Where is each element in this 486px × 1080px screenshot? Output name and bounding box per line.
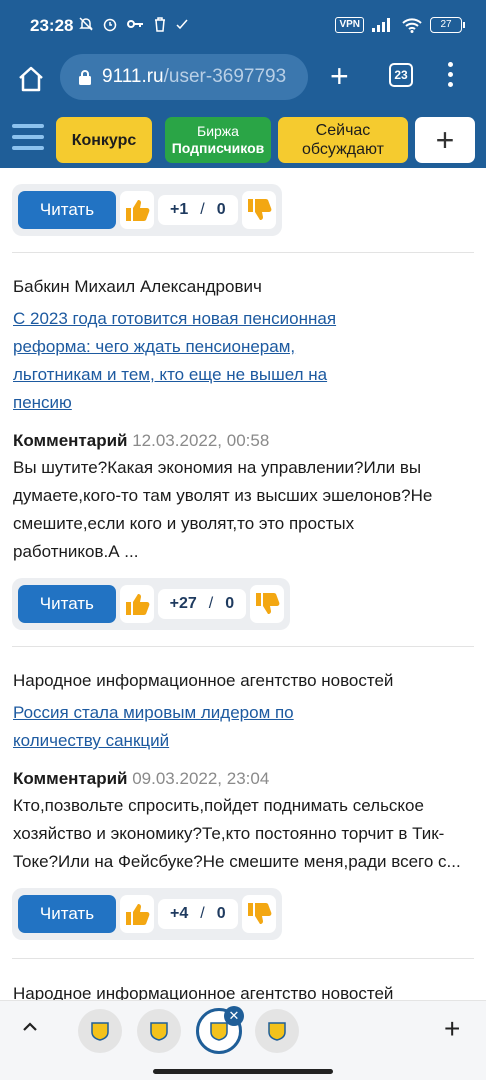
vpn-badge: VPN — [335, 17, 364, 33]
tab-thumbnail[interactable] — [78, 1009, 122, 1053]
url-host: 9111.ru — [102, 66, 164, 87]
key-icon — [127, 20, 144, 29]
gesture-bar — [153, 1069, 333, 1074]
birzha-line2: Подписчиков — [171, 140, 265, 156]
like-button[interactable] — [120, 895, 154, 933]
status-right: VPN 27 — [335, 17, 465, 33]
score-box: +1 / 0 — [158, 195, 238, 225]
site-nav: Конкурс Биржа Подписчиков Сейчас обсуждают… — [0, 112, 486, 168]
check-icon — [176, 19, 188, 30]
read-button[interactable]: Читать — [18, 895, 116, 933]
article-link[interactable]: Россия стала мировым лидером по количест… — [13, 699, 393, 755]
action-row: Читать +4 / 0 — [12, 888, 282, 940]
comment-header: Комментарий 12.03.2022, 00:58 — [13, 431, 269, 451]
birzha-line1: Биржа — [197, 123, 239, 139]
mute-icon — [79, 17, 93, 31]
action-row: Читать +27 / 0 — [12, 578, 290, 630]
thumbs-up-icon — [126, 904, 150, 925]
signal-icon — [372, 18, 394, 32]
dislike-button[interactable] — [241, 191, 276, 229]
tab-thumbnail[interactable] — [137, 1009, 181, 1053]
browser-menu-button[interactable] — [446, 62, 454, 90]
like-button[interactable] — [120, 191, 154, 229]
site-logo-icon — [210, 1022, 228, 1041]
site-logo-icon — [150, 1022, 168, 1041]
add-button[interactable]: + — [415, 117, 475, 163]
thumbs-down-icon — [256, 593, 280, 614]
close-tab-icon[interactable]: ✕ — [224, 1006, 244, 1026]
trash-icon — [154, 17, 165, 32]
chevron-up-icon[interactable] — [20, 1017, 40, 1037]
home-icon[interactable] — [16, 64, 46, 94]
thumbs-down-icon — [247, 903, 272, 924]
notification-icons — [78, 15, 189, 32]
comment-header: Комментарий 09.03.2022, 23:04 — [13, 769, 269, 789]
thumbs-up-icon — [125, 594, 150, 615]
comment-text: Кто,позвольте спросить,пойдет поднимать … — [13, 796, 461, 871]
thumbs-down-icon — [247, 199, 272, 220]
url-path: /user-3697793 — [163, 66, 287, 87]
seichas-obsuzhdayut-button[interactable]: Сейчас обсуждают — [278, 117, 408, 163]
konkurs-button[interactable]: Конкурс — [56, 117, 152, 163]
seichas-line1: Сейчас — [315, 122, 371, 139]
read-button[interactable]: Читать — [18, 191, 116, 229]
action-row: Читать +1 / 0 — [12, 184, 282, 236]
dislikes-count: 0 — [216, 905, 226, 922]
comment-date: 09.03.2022, 23:04 — [132, 769, 270, 788]
tab-thumbnail[interactable] — [255, 1009, 299, 1053]
battery-icon: 27 — [430, 17, 465, 33]
new-tab-plus-icon[interactable]: + — [444, 1015, 460, 1043]
thumbs-up-icon — [126, 200, 150, 221]
article-link[interactable]: С 2023 года готовится новая пенсионная р… — [13, 305, 393, 417]
wifi-icon — [402, 18, 422, 33]
divider — [12, 646, 474, 647]
divider — [12, 958, 474, 959]
comment-text: Вы шутите?Какая экономия на управлении?И… — [13, 458, 433, 561]
site-logo-icon — [91, 1022, 109, 1041]
site-logo-icon — [268, 1022, 286, 1041]
divider — [12, 252, 474, 253]
article-source: Бабкин Михаил Александрович — [13, 277, 262, 296]
status-bar: 23:28 VPN 27 — [0, 0, 486, 52]
alarm-icon — [103, 18, 117, 32]
score-box: +4 / 0 — [158, 899, 238, 929]
new-tab-button[interactable]: + — [330, 60, 349, 92]
likes-count: +27 — [169, 595, 197, 612]
like-button[interactable] — [119, 585, 154, 623]
read-button[interactable]: Читать — [18, 585, 116, 623]
tab-switcher-button[interactable]: 23 — [389, 63, 413, 87]
dislike-button[interactable] — [250, 585, 284, 623]
dislikes-count: 0 — [216, 201, 226, 218]
score-box: +27 / 0 — [157, 589, 247, 619]
seichas-line2: обсуждают — [302, 141, 384, 158]
status-time: 23:28 — [30, 16, 74, 35]
lock-icon — [79, 70, 91, 85]
browser-toolbar: 9111.ru/user-3697793 + 23 — [0, 52, 486, 112]
comment-label: Комментарий — [13, 431, 128, 450]
dislikes-count: 0 — [225, 595, 235, 612]
likes-count: +1 — [170, 201, 189, 218]
likes-count: +4 — [170, 905, 189, 922]
article-source: Народное информационное агентство новост… — [13, 671, 394, 690]
birzha-button[interactable]: Биржа Подписчиков — [165, 117, 271, 163]
address-bar[interactable]: 9111.ru/user-3697793 — [60, 54, 308, 100]
comment-date: 12.03.2022, 00:58 — [132, 431, 270, 450]
comment-label: Комментарий — [13, 769, 128, 788]
bottom-tab-bar: ✕ + — [0, 1000, 486, 1080]
dislike-button[interactable] — [241, 895, 276, 933]
hamburger-menu-icon[interactable] — [12, 124, 44, 154]
